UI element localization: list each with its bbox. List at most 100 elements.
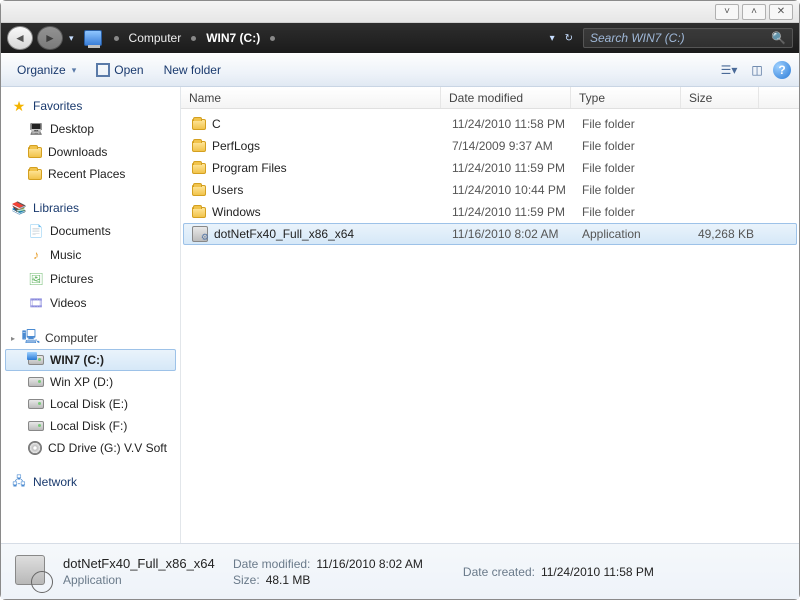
column-header-name[interactable]: Name — [181, 87, 441, 108]
file-name: Users — [212, 183, 243, 197]
folder-icon — [192, 163, 206, 174]
details-size-label: Size: — [233, 573, 260, 587]
maximize-button[interactable]: ˄ — [742, 4, 766, 20]
file-name: Program Files — [212, 161, 287, 175]
folder-icon — [192, 119, 206, 130]
column-header-size[interactable]: Size — [681, 87, 759, 108]
sidebar-network-header[interactable]: 🖧Network — [5, 471, 176, 493]
refresh-icon[interactable]: ↻ — [565, 33, 573, 44]
minimize-button[interactable]: ˅ — [715, 4, 739, 20]
details-created-label: Date created: — [463, 565, 535, 579]
sidebar-item-local-e[interactable]: Local Disk (E:) — [5, 393, 176, 415]
expand-icon: ▸ — [11, 334, 15, 343]
file-type: File folder — [574, 161, 684, 175]
details-subtitle: Application — [63, 573, 223, 587]
file-row[interactable]: Users 11/24/2010 10:44 PMFile folder — [183, 179, 797, 201]
libraries-icon: 📚 — [11, 200, 27, 216]
file-row[interactable]: PerfLogs 7/14/2009 9:37 AMFile folder — [183, 135, 797, 157]
titlebar: ˅ ˄ ✕ — [1, 1, 799, 23]
details-size-value: 48.1 MB — [266, 573, 311, 587]
computer-icon — [84, 30, 102, 46]
sidebar-item-pictures[interactable]: 🖼Pictures — [5, 267, 176, 291]
music-icon: ♪ — [28, 247, 44, 263]
network-icon: 🖧 — [11, 474, 27, 490]
application-icon — [192, 226, 208, 242]
details-modified-label: Date modified: — [233, 557, 310, 571]
drive-icon — [28, 377, 44, 387]
details-pane: dotNetFx40_Full_x86_x64 Application Date… — [1, 543, 799, 599]
sidebar-item-documents[interactable]: 📄Documents — [5, 219, 176, 243]
close-button[interactable]: ✕ — [769, 4, 793, 20]
desktop-icon: 🖥 — [28, 121, 44, 137]
videos-icon: 🎞 — [28, 295, 44, 311]
file-type: File folder — [574, 183, 684, 197]
drive-icon — [28, 421, 44, 431]
help-button[interactable]: ? — [773, 61, 791, 79]
file-row[interactable]: dotNetFx40_Full_x86_x6411/16/2010 8:02 A… — [183, 223, 797, 245]
breadcrumb-sep-icon — [114, 36, 119, 41]
sidebar-item-recent-places[interactable]: Recent Places — [5, 163, 176, 185]
sidebar-favorites-header[interactable]: ★Favorites — [5, 95, 176, 117]
sidebar-item-win7-c[interactable]: WIN7 (C:) — [5, 349, 176, 371]
sidebar-item-videos[interactable]: 🎞Videos — [5, 291, 176, 315]
file-date: 7/14/2009 9:37 AM — [444, 139, 574, 153]
file-list-pane: Name Date modified Type Size C 11/24/2010… — [181, 87, 799, 543]
history-dropdown-icon[interactable]: ▾ — [69, 33, 74, 44]
folder-icon — [192, 207, 206, 218]
breadcrumb-computer[interactable]: Computer — [129, 31, 182, 45]
open-button[interactable]: Open — [88, 59, 151, 81]
computer-icon: 🖳 — [23, 330, 39, 346]
file-rows: C11/24/2010 11:58 PMFile folderPerfLogs7… — [181, 109, 799, 543]
search-input[interactable]: Search WIN7 (C:) 🔍 — [583, 28, 793, 48]
pictures-icon: 🖼 — [28, 271, 44, 287]
star-icon: ★ — [11, 98, 27, 114]
folder-icon — [192, 141, 206, 152]
drive-icon — [28, 355, 44, 365]
details-file-icon — [11, 551, 53, 593]
search-icon: 🔍 — [771, 31, 786, 45]
breadcrumb-sep-icon — [191, 36, 196, 41]
new-folder-button[interactable]: New folder — [156, 59, 229, 81]
forward-button[interactable]: ► — [37, 26, 63, 50]
sidebar-computer-header[interactable]: ▸🖳Computer — [5, 327, 176, 349]
column-header-row: Name Date modified Type Size — [181, 87, 799, 109]
file-name: Windows — [212, 205, 261, 219]
file-date: 11/24/2010 11:58 PM — [444, 117, 574, 131]
view-mode-button[interactable]: ☰▾ — [717, 60, 741, 80]
sidebar-libraries-header[interactable]: 📚Libraries — [5, 197, 176, 219]
open-icon — [96, 63, 110, 77]
file-name: C — [212, 117, 221, 131]
details-created-value: 11/24/2010 11:58 PM — [541, 565, 654, 579]
file-date: 11/24/2010 10:44 PM — [444, 183, 574, 197]
documents-icon: 📄 — [28, 223, 44, 239]
organize-button[interactable]: Organize — [9, 59, 84, 81]
file-date: 11/24/2010 11:59 PM — [444, 205, 574, 219]
address-bar: ◄ ► ▾ Computer WIN7 (C:) ▾ ↻ Search WIN7… — [1, 23, 799, 53]
sidebar-item-music[interactable]: ♪Music — [5, 243, 176, 267]
sidebar-item-winxp-d[interactable]: Win XP (D:) — [5, 371, 176, 393]
file-type: File folder — [574, 117, 684, 131]
folder-icon — [28, 169, 42, 180]
file-row[interactable]: Windows11/24/2010 11:59 PMFile folder — [183, 201, 797, 223]
cd-icon — [28, 441, 42, 455]
search-placeholder: Search WIN7 (C:) — [590, 31, 685, 45]
column-header-date[interactable]: Date modified — [441, 87, 571, 108]
sidebar-item-desktop[interactable]: 🖥Desktop — [5, 117, 176, 141]
file-row[interactable]: Program Files11/24/2010 11:59 PMFile fol… — [183, 157, 797, 179]
column-header-type[interactable]: Type — [571, 87, 681, 108]
sidebar-item-local-f[interactable]: Local Disk (F:) — [5, 415, 176, 437]
file-type: Application — [574, 227, 684, 241]
drive-icon — [28, 399, 44, 409]
file-name: PerfLogs — [212, 139, 260, 153]
sidebar-item-downloads[interactable]: Downloads — [5, 141, 176, 163]
folder-icon — [192, 185, 206, 196]
back-button[interactable]: ◄ — [7, 26, 33, 50]
breadcrumb-sep-icon — [270, 36, 275, 41]
breadcrumb-win7[interactable]: WIN7 (C:) — [206, 31, 260, 45]
toolbar: Organize Open New folder ☰▾ ◫ ? — [1, 53, 799, 87]
file-row[interactable]: C 11/24/2010 11:58 PMFile folder — [183, 113, 797, 135]
sidebar-item-cd-drive-g[interactable]: CD Drive (G:) V.V Soft — [5, 437, 176, 459]
file-type: File folder — [574, 139, 684, 153]
address-dropdown-icon[interactable]: ▾ — [550, 33, 555, 44]
preview-pane-button[interactable]: ◫ — [745, 60, 769, 80]
